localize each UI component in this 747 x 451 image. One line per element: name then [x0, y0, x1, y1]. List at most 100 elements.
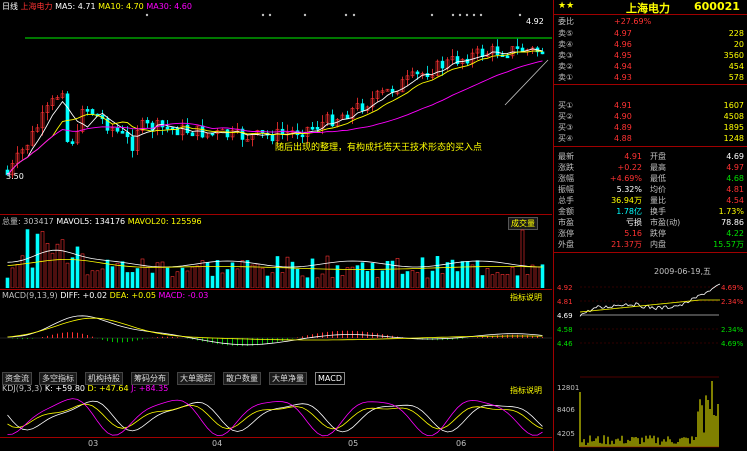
buy-order-row[interactable]: 买② 4.90 4508 — [554, 111, 747, 122]
order-label: 卖⑤ — [558, 29, 574, 38]
signal-dot — [465, 13, 469, 17]
volume-bar — [35, 233, 40, 288]
quote-label: 涨幅 — [558, 174, 574, 183]
order-label: 卖② — [558, 62, 574, 71]
quote-value: 1.78亿 — [616, 207, 642, 216]
candle-body — [190, 132, 195, 137]
intraday-chart[interactable]: 4.92 4.81 4.69 4.58 4.46 4.69% 2.34% 2.34% 4.69%… — [554, 277, 747, 451]
sell-order-row[interactable]: 卖② 4.94 454 — [554, 61, 747, 72]
candle-body — [315, 126, 320, 130]
volume-bar — [355, 265, 360, 288]
signal-dot — [352, 13, 356, 17]
candle-body — [145, 119, 150, 124]
quote-label: 市盈(动) — [650, 218, 681, 227]
sell-order-row[interactable]: 卖⑤ 4.97 228 — [554, 28, 747, 39]
volume-bar — [520, 229, 525, 288]
quote-row: 总手 36.94万 量比 4.54 — [554, 195, 747, 206]
buy-order-row[interactable]: 买① 4.91 1607 — [554, 100, 747, 111]
signal-dot — [518, 13, 522, 17]
volume-bar — [75, 246, 80, 288]
volume-bar — [475, 260, 480, 288]
macd-chart[interactable] — [0, 300, 552, 370]
quote-label: 总手 — [558, 196, 574, 205]
volume-bar — [130, 272, 135, 288]
intraday-date: 2009-06-19,五 — [654, 267, 712, 276]
quote-row: 外盘 21.37万 内盘 15.57万 — [554, 239, 747, 250]
volume-bar — [45, 243, 50, 288]
macd-header-item: DEA: +0.05 — [109, 291, 159, 300]
quote-label: 均价 — [650, 185, 666, 194]
quote-value: 4.54 — [726, 196, 744, 205]
quote-value: +0.22 — [617, 163, 642, 172]
quote-value: 5.16 — [624, 229, 642, 238]
signal-dot — [344, 13, 348, 17]
order-volume: 228 — [728, 29, 744, 38]
volume-bar — [385, 261, 390, 288]
volume-bar — [430, 270, 435, 288]
volume-bar — [135, 268, 140, 288]
tab-散户数量[interactable]: 散户数量 — [223, 372, 261, 385]
order-price: 4.93 — [614, 73, 632, 82]
quote-value: 36.94万 — [611, 196, 642, 205]
candle-body — [185, 124, 190, 134]
order-label: 买① — [558, 101, 574, 110]
candle-body — [505, 55, 510, 59]
volume-bar — [480, 275, 485, 288]
intraday-volume-label: 8406 — [557, 406, 575, 414]
quote-label: 换手 — [650, 207, 666, 216]
sell-order-row[interactable]: 卖③ 4.95 3560 — [554, 50, 747, 61]
candle-body — [90, 109, 95, 115]
candle-body — [115, 127, 120, 132]
signal-dot — [458, 13, 462, 17]
intraday-price-label: 4.69 — [557, 312, 573, 320]
volume-bar — [380, 270, 385, 288]
order-label: 买② — [558, 112, 574, 121]
quote-panel: ★★ 上海电力 600021 委比 +27.69% 卖⑤ 4.97 228 卖④ 4.9… — [553, 0, 747, 451]
volume-bar — [215, 260, 220, 288]
volume-bar — [330, 277, 335, 288]
order-price: 4.89 — [614, 123, 632, 132]
tab-MACD[interactable]: MACD — [315, 372, 345, 385]
volume-chart[interactable] — [0, 226, 552, 288]
signal-dot — [268, 13, 272, 17]
volume-bar — [55, 243, 60, 288]
volume-bar — [505, 274, 510, 288]
sell-order-row[interactable]: 卖① 4.93 578 — [554, 72, 747, 83]
volume-bar — [510, 266, 515, 288]
signal-dot — [472, 13, 476, 17]
volume-bar — [225, 269, 230, 288]
sell-order-row[interactable]: 卖④ 4.96 20 — [554, 39, 747, 50]
kdj-chart[interactable] — [0, 393, 552, 437]
chart-area[interactable]: 日线 上海电力 MA5: 4.71 MA10: 4.70 MA30: 4.60 … — [0, 0, 552, 451]
volume-bar — [500, 274, 505, 288]
tab-大单净量[interactable]: 大单净量 — [269, 372, 307, 385]
buy-order-row[interactable]: 买④ 4.88 1248 — [554, 133, 747, 144]
volume-bar — [175, 271, 180, 288]
intraday-pct-label: 4.69% — [721, 340, 744, 348]
kdj-header-item: KDJ(9,3,3) — [2, 384, 45, 393]
tab-大单跟踪[interactable]: 大单跟踪 — [177, 372, 215, 385]
buy-order-row[interactable]: 买③ 4.89 1895 — [554, 122, 747, 133]
volume-bar — [85, 274, 90, 288]
volume-bar — [320, 273, 325, 288]
order-volume: 1895 — [723, 123, 744, 132]
quote-label: 最低 — [650, 174, 666, 183]
kline-chart[interactable] — [0, 10, 552, 215]
intraday-price-label: 4.46 — [557, 340, 573, 348]
volume-bar — [190, 266, 195, 288]
book-divider — [554, 84, 747, 85]
volume-bar — [465, 261, 470, 288]
candle-body — [70, 141, 75, 144]
volume-bar — [10, 267, 15, 288]
intraday-pct-label: 2.34% — [721, 326, 744, 334]
volume-bar — [360, 262, 365, 288]
volume-bar — [110, 266, 115, 288]
volume-bar — [460, 261, 465, 288]
quote-label: 振幅 — [558, 185, 574, 194]
order-volume: 578 — [728, 73, 744, 82]
quote-label: 市盈 — [558, 218, 574, 227]
volume-bar — [15, 264, 20, 288]
signal-dot — [430, 13, 434, 17]
volume-bar — [60, 239, 65, 288]
annotation-arrow — [504, 59, 549, 106]
